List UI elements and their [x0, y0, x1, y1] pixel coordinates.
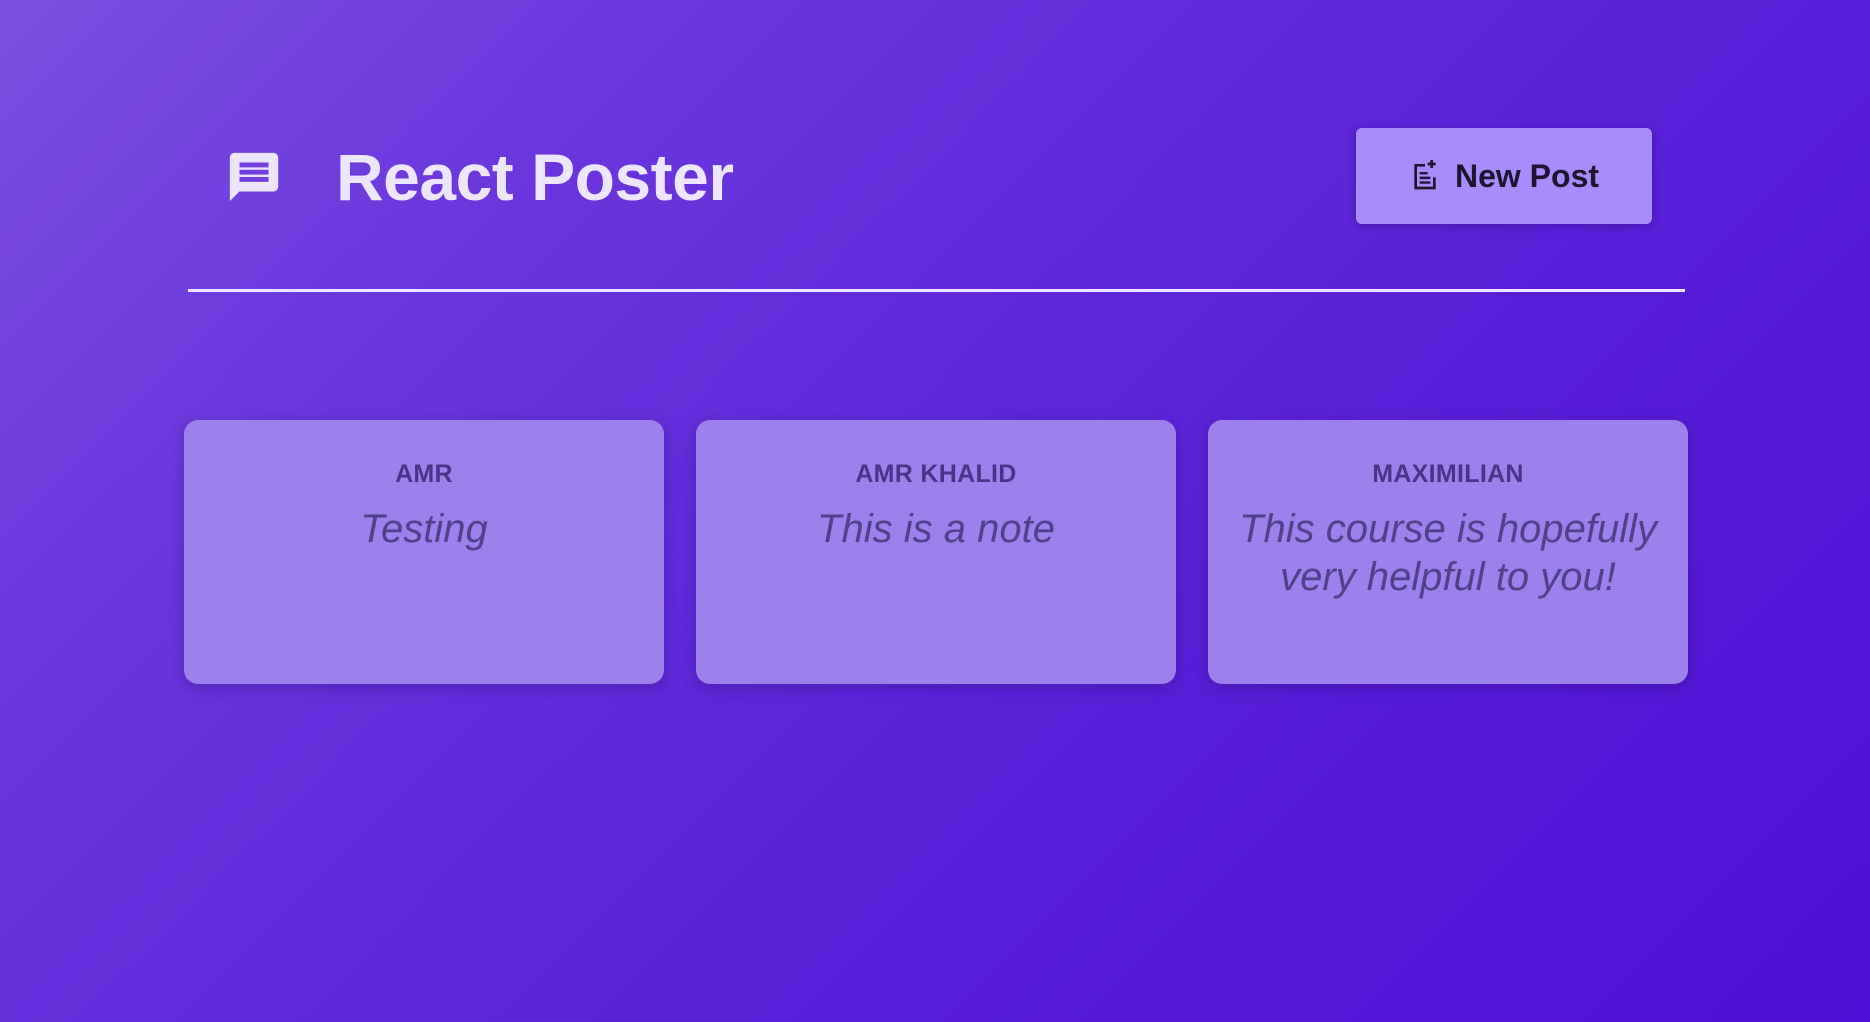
post-author: AMR KHALID	[855, 460, 1017, 488]
posts-list: AMR Testing AMR KHALID This is a note MA…	[184, 420, 1688, 684]
post-card: MAXIMILIAN This course is hopefully very…	[1208, 420, 1688, 684]
note-add-icon	[1409, 160, 1441, 192]
page-header: React Poster New Post	[188, 124, 1685, 292]
post-body: Testing	[360, 507, 488, 551]
post-author: AMR	[395, 460, 453, 488]
new-post-label: New Post	[1454, 157, 1600, 194]
post-body: This is a note	[817, 507, 1055, 551]
post-card: AMR Testing	[184, 420, 664, 684]
post-author: MAXIMILIAN	[1372, 460, 1524, 488]
post-card: AMR KHALID This is a note	[696, 420, 1176, 684]
page-title: React Poster	[336, 140, 734, 214]
new-post-button[interactable]: New Post	[1356, 128, 1652, 224]
logo: React Poster	[224, 144, 734, 210]
chat-bubble-icon	[224, 147, 284, 207]
post-body: This course is hopefully very helpful to…	[1239, 507, 1657, 599]
